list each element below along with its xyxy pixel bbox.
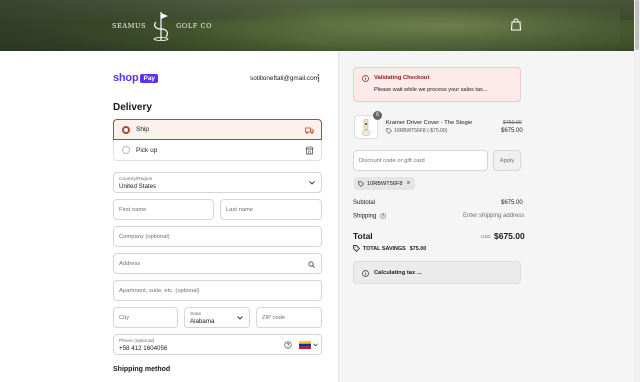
header-banner: SEAMUS GOLF CO bbox=[0, 0, 634, 51]
ship-option[interactable]: Ship bbox=[113, 119, 322, 140]
phone-value: +58 412 1604056 bbox=[119, 345, 168, 352]
page-scrollbar[interactable] bbox=[634, 0, 640, 382]
golf-flag-emblem-icon bbox=[153, 12, 169, 41]
savings-value: $75.00 bbox=[409, 245, 427, 252]
venezuela-flag-icon[interactable] bbox=[299, 341, 311, 349]
driver-cover-image bbox=[361, 118, 371, 137]
logo-text-left: SEAMUS bbox=[112, 22, 147, 30]
apartment-placeholder: Apartment, suite, etc. (optional) bbox=[119, 287, 200, 294]
quantity-badge: 6 bbox=[373, 111, 382, 120]
applied-code-text: 10RBWT56F8 bbox=[367, 180, 403, 187]
shipping-method-heading: Shipping method bbox=[113, 366, 171, 373]
more-options-icon[interactable] bbox=[317, 74, 320, 82]
country-value: United States bbox=[119, 183, 157, 190]
total-label: Total bbox=[353, 231, 373, 241]
shop-pay-badge: shop Pay bbox=[113, 72, 159, 84]
tag-icon bbox=[386, 128, 392, 134]
apply-button[interactable]: Apply bbox=[493, 150, 521, 171]
total-currency: USD bbox=[481, 234, 491, 239]
chevron-down-icon bbox=[313, 343, 318, 347]
discount-code-input[interactable]: Discount code or gift card bbox=[353, 150, 488, 171]
account-email: sotilloneftali@gmail.com bbox=[250, 75, 319, 82]
company-placeholder: Company (optional) bbox=[119, 233, 170, 240]
alert-text: Please wait while we process your sales … bbox=[374, 87, 488, 93]
delivery-method-group: Ship Pick up bbox=[113, 119, 322, 161]
state-select[interactable]: State Alabama bbox=[184, 307, 250, 328]
truck-icon bbox=[305, 127, 314, 134]
scrollbar-thumb[interactable] bbox=[635, 0, 639, 50]
info-icon bbox=[362, 270, 369, 277]
applied-code-chip: 10RBWT56F8 × bbox=[354, 177, 415, 190]
discounted-price: $675.00 bbox=[501, 128, 523, 134]
shipping-row: Shipping bbox=[353, 213, 386, 220]
phone-label: Phone (optional) bbox=[119, 339, 155, 344]
last-name-placeholder: Last name bbox=[226, 206, 254, 213]
store-logo[interactable]: SEAMUS GOLF CO bbox=[112, 10, 212, 42]
first-name-placeholder: First name bbox=[119, 206, 147, 213]
help-icon[interactable] bbox=[284, 341, 292, 349]
radio-unselected[interactable] bbox=[122, 146, 130, 154]
pickup-option[interactable]: Pick up bbox=[113, 140, 322, 161]
ship-label: Ship bbox=[136, 126, 150, 133]
alert-title: Validating Checkout bbox=[374, 75, 430, 81]
apartment-field[interactable]: Apartment, suite, etc. (optional) bbox=[113, 280, 322, 301]
shop-pay-word: shop bbox=[113, 72, 139, 84]
total-savings: TOTAL SAVINGS $75.00 bbox=[353, 245, 426, 252]
company-field[interactable]: Company (optional) bbox=[113, 226, 322, 247]
shipping-value: Enter shipping address bbox=[463, 213, 525, 219]
subtotal-label: Subtotal bbox=[353, 200, 376, 206]
savings-label: TOTAL SAVINGS bbox=[363, 245, 406, 252]
help-icon[interactable] bbox=[380, 213, 386, 219]
zip-field[interactable]: ZIP code bbox=[256, 307, 322, 328]
tag-icon bbox=[358, 180, 364, 187]
remove-code-icon[interactable]: × bbox=[406, 180, 410, 187]
subtotal-value: $675.00 bbox=[501, 200, 523, 206]
delivery-heading: Delivery bbox=[113, 102, 152, 113]
phone-field[interactable]: Phone (optional) +58 412 1604056 bbox=[113, 334, 322, 355]
address-placeholder: Address bbox=[119, 260, 141, 267]
country-label: Country/Region bbox=[119, 177, 153, 182]
info-icon bbox=[362, 75, 369, 82]
shop-pay-pay: Pay bbox=[140, 73, 159, 83]
shipping-label: Shipping bbox=[353, 213, 377, 220]
address-field[interactable]: Address bbox=[113, 253, 322, 274]
discount-placeholder: Discount code or gift card bbox=[359, 157, 425, 164]
store-icon bbox=[305, 146, 314, 155]
product-name: Kramer Driver Cover - The Stogie bbox=[386, 120, 473, 126]
country-select[interactable]: Country/Region United States bbox=[113, 172, 322, 193]
search-icon bbox=[308, 261, 315, 268]
total-value: $675.00 bbox=[494, 231, 525, 241]
calculating-tax-box: Calculating tax ... bbox=[353, 261, 521, 284]
zip-placeholder: ZIP code bbox=[262, 314, 286, 321]
radio-selected[interactable] bbox=[122, 125, 130, 134]
calculating-tax-text: Calculating tax ... bbox=[374, 270, 422, 276]
first-name-field[interactable]: First name bbox=[113, 199, 214, 220]
original-price: $750.00 bbox=[503, 120, 522, 126]
pickup-label: Pick up bbox=[136, 146, 158, 154]
state-label: State bbox=[190, 312, 202, 317]
validating-alert: Validating Checkout Please wait while we… bbox=[353, 67, 521, 102]
tag-icon bbox=[353, 245, 360, 252]
product-discount-text: 10RBWT56F8 (-$75.00) bbox=[394, 128, 448, 134]
logo-text-right: GOLF CO bbox=[176, 22, 213, 30]
shopping-bag-icon[interactable] bbox=[510, 18, 522, 31]
last-name-field[interactable]: Last name bbox=[220, 199, 322, 220]
city-field[interactable]: City bbox=[113, 307, 178, 328]
city-placeholder: City bbox=[119, 314, 129, 321]
chevron-down-icon bbox=[309, 180, 315, 185]
product-discount: 10RBWT56F8 (-$75.00) bbox=[386, 128, 447, 134]
state-value: Alabama bbox=[190, 318, 215, 325]
chevron-down-icon bbox=[237, 315, 243, 320]
